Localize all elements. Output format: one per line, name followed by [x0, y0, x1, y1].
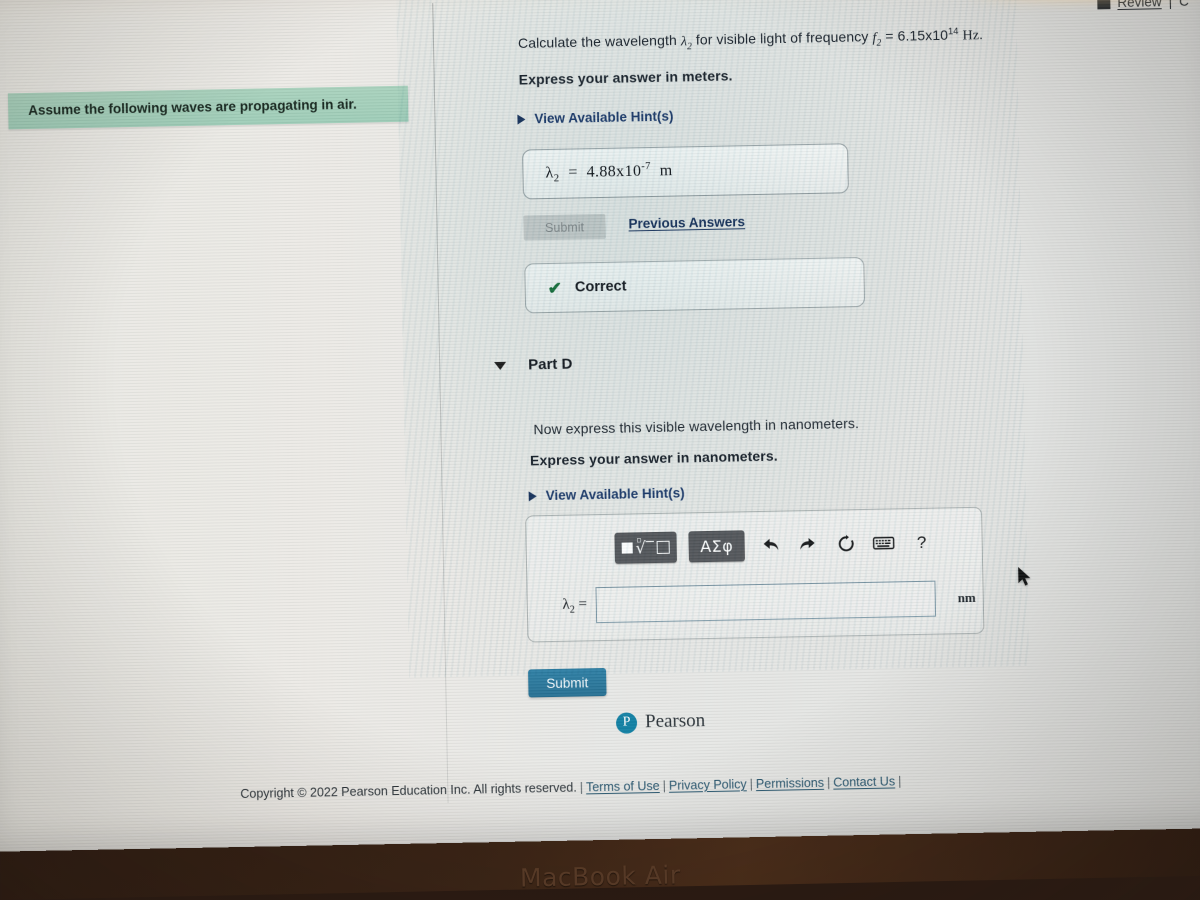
part-c-express-instruction: Express your answer in meters.: [518, 67, 733, 88]
part-d-hint-toggle[interactable]: View Available Hint(s): [528, 485, 685, 503]
header-separator: |: [1168, 0, 1173, 10]
part-d-prompt: Now express this visible wavelength in n…: [533, 415, 860, 438]
part-d-submit-button[interactable]: Submit: [528, 667, 607, 698]
review-header[interactable]: Review | C: [1097, 0, 1189, 10]
keyboard-icon[interactable]: [870, 530, 896, 556]
review-link[interactable]: Review: [1117, 0, 1162, 10]
nth-root-icon: ▫ √‾: [635, 534, 654, 557]
trailing-separator: |: [897, 774, 902, 789]
privacy-policy-link[interactable]: Privacy Policy: [669, 777, 747, 792]
part-c-feedback: ✔ Correct: [524, 256, 866, 314]
part-d-hint-label[interactable]: View Available Hint(s): [546, 485, 685, 503]
part-d-answer-symbol: λ2 =: [562, 595, 588, 616]
part-d-answer-input[interactable]: [595, 580, 937, 624]
part-d-answer-panel: ▫ √‾ ΑΣφ ? λ2 = nm: [525, 506, 985, 643]
triangle-right-icon: [517, 113, 526, 125]
header-truncated-next: C: [1178, 0, 1189, 9]
part-d-prompt-wrap: Now express this visible wavelength in n…: [533, 415, 859, 437]
help-icon[interactable]: ?: [908, 529, 934, 555]
pearson-mark-icon: P: [615, 711, 638, 734]
previous-answers-link[interactable]: Previous Answers: [628, 214, 745, 231]
browser-page: Review | C Assume the following waves ar…: [0, 0, 1200, 831]
pearson-wordmark: Pearson: [644, 710, 706, 733]
template-button[interactable]: ▫ √‾: [614, 531, 678, 564]
greek-symbols-button[interactable]: ΑΣφ: [688, 530, 745, 563]
redo-icon[interactable]: [794, 531, 820, 557]
outline-square-icon: [656, 540, 670, 554]
part-c-submit-button: Submit: [523, 213, 606, 241]
prompt-middle: for visible light of frequency: [691, 28, 873, 48]
part-d-field-row: λ2 = nm: [535, 580, 976, 624]
part-c-answer-box: λ2 = 4.88x10-7 m: [522, 143, 849, 200]
check-icon: ✔: [547, 278, 563, 298]
assume-note: Assume the following waves are propagati…: [7, 85, 409, 130]
main-column: Calculate the wavelength λ2 for visible …: [240, 0, 1167, 801]
part-d-express-instruction: Express your answer in nanometers.: [529, 447, 778, 469]
triangle-down-icon[interactable]: [494, 361, 507, 370]
prompt-prefix: Calculate the wavelength: [517, 32, 681, 52]
undo-icon[interactable]: [756, 532, 782, 558]
freq-unit: Hz: [962, 28, 980, 44]
part-c-prompt: Calculate the wavelength λ2 for visible …: [518, 23, 1138, 55]
triangle-right-icon: [528, 490, 537, 501]
freq-exponent: 14: [947, 26, 959, 37]
left-column: Assume the following waves are propagati…: [0, 3, 448, 811]
filled-square-icon: [621, 542, 633, 554]
part-c-answer-value: λ2 = 4.88x10-7 m: [545, 161, 673, 185]
permissions-link[interactable]: Permissions: [756, 776, 824, 791]
freq-equals: = 6.15x10: [881, 26, 949, 45]
part-c-feedback-label: Correct: [574, 278, 627, 296]
part-c-hint-label[interactable]: View Available Hint(s): [534, 109, 673, 127]
reset-icon[interactable]: [832, 531, 858, 557]
contact-us-link[interactable]: Contact Us: [833, 774, 895, 789]
terms-of-use-link[interactable]: Terms of Use: [586, 779, 660, 794]
part-d-unit-label: nm: [957, 589, 976, 606]
lambda-symbol: λ2: [680, 33, 693, 52]
prompt-suffix: .: [978, 26, 984, 43]
part-c-hint-toggle[interactable]: View Available Hint(s): [517, 109, 674, 127]
math-toolbar: ▫ √‾ ΑΣφ ?: [614, 527, 935, 564]
pearson-logo: P Pearson: [615, 710, 706, 734]
filled-square-icon: [1097, 0, 1111, 9]
part-d-title: Part D: [528, 355, 573, 374]
part-d-header[interactable]: Part D: [494, 355, 573, 374]
laptop-photo: MacBook Air Review | C Assume the follow…: [0, 0, 1200, 900]
laptop-screen: Review | C Assume the following waves ar…: [0, 0, 1200, 852]
